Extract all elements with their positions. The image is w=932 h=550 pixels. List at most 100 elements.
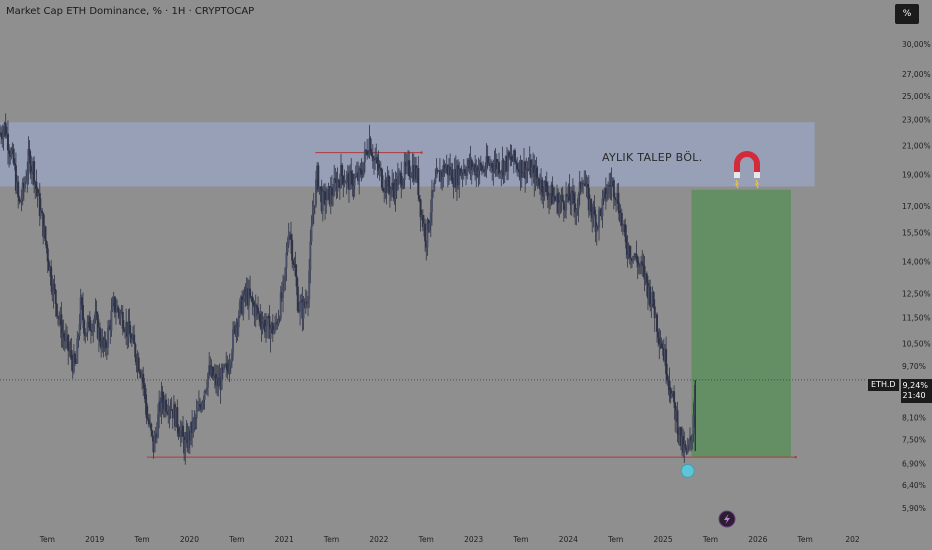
candle-body-122 [137, 357, 140, 372]
candle-body-544 [617, 192, 620, 211]
candle-body-292 [330, 187, 333, 196]
candle-body-382 [433, 182, 436, 191]
candle-body-550 [624, 224, 627, 237]
level-line-end-0 [794, 455, 797, 459]
candle-body-178 [201, 402, 204, 410]
candle-body-605 [686, 445, 689, 453]
candle-body-73 [81, 304, 84, 321]
candle-body-143 [161, 391, 164, 403]
candle-body-41 [45, 241, 48, 249]
candle-body-441 [500, 171, 503, 173]
candle-body-66 [74, 353, 77, 364]
candle-body-257 [291, 239, 294, 261]
candle-body-520 [590, 198, 593, 213]
candle-body-7 [6, 133, 9, 151]
candle-body-56 [62, 332, 65, 338]
candle-body-58 [64, 336, 67, 342]
candle-body-530 [601, 198, 604, 217]
candle-body-95 [106, 327, 109, 348]
candle-body-565 [641, 261, 644, 265]
candle-body-222 [251, 296, 254, 303]
candle-body-134 [151, 430, 154, 436]
candle-body-370 [419, 199, 422, 218]
candle-body-301 [341, 165, 344, 176]
candle-body-272 [308, 270, 311, 300]
y-tick-label-8: 14,00% [902, 257, 931, 266]
candle-body-182 [205, 387, 208, 391]
candle-body-551 [625, 236, 628, 249]
target-zone [691, 189, 791, 458]
candle-body-128 [144, 388, 147, 404]
candle-body-170 [192, 419, 195, 433]
candle-body-336 [380, 169, 383, 188]
candle-body-99 [111, 302, 114, 311]
candle-body-10 [10, 150, 13, 157]
candle-body-317 [359, 168, 362, 170]
chart-title: Market Cap ETH Dominance, % · 1H · CRYPT… [6, 6, 255, 17]
y-tick-label-0: 30,00% [902, 40, 931, 49]
candle-body-229 [259, 314, 262, 323]
candle-body-479 [543, 180, 546, 197]
candle-body-288 [326, 189, 329, 201]
x-tick-label-17: 202 [845, 535, 860, 544]
candle-body-535 [607, 184, 610, 194]
price-chart[interactable]: 30,00% 27,00% 25,00% 23,00% 21,00% 19,00% 17,0… [0, 0, 932, 550]
candle-body-423 [479, 162, 482, 166]
candle-body-13 [13, 163, 16, 166]
candle-body-130 [146, 417, 149, 420]
candle-body-12 [12, 148, 15, 164]
candle-body-588 [667, 380, 670, 381]
candle-body-250 [283, 277, 286, 282]
candle-body-433 [491, 162, 494, 168]
candle-body-477 [541, 179, 544, 193]
candle-body-578 [656, 314, 659, 332]
candle-body-249 [282, 281, 285, 298]
candle-body-23 [25, 180, 28, 183]
candle-body-261 [295, 275, 298, 287]
candle-body-70 [78, 324, 81, 336]
candle-body-320 [362, 162, 365, 176]
candle-body-474 [537, 178, 540, 186]
candle-body-354 [401, 185, 404, 188]
candle-body-48 [53, 283, 56, 291]
candle-body-593 [673, 391, 676, 403]
candle-body-119 [134, 343, 137, 358]
candle-body-536 [608, 184, 611, 186]
candle-body-69 [77, 335, 80, 339]
candle-body-68 [76, 338, 79, 364]
candle-body-17 [18, 197, 21, 202]
candle-body-534 [605, 193, 608, 200]
candle-body-235 [266, 316, 269, 327]
candle-body-311 [352, 185, 355, 190]
candle-body-251 [284, 267, 287, 278]
candle-body-398 [451, 169, 454, 184]
x-tick-label-2: Tem [133, 535, 149, 544]
candle-body-45 [50, 266, 53, 286]
candle-body-40 [44, 226, 47, 242]
candle-body-156 [176, 407, 179, 428]
candle-body-275 [311, 214, 314, 227]
candle-body-82 [92, 323, 95, 333]
candle-body-483 [548, 196, 551, 200]
candle-body-589 [668, 380, 671, 391]
candle-body-362 [410, 176, 413, 178]
candle-body-109 [122, 328, 125, 332]
candle-body-195 [220, 367, 223, 390]
candle-body-350 [396, 175, 399, 190]
candle-body-610 [692, 414, 695, 435]
y-tick-label-11: 10,50% [902, 339, 931, 348]
candle-body-527 [598, 209, 601, 228]
x-tick-label-15: 2026 [748, 535, 767, 544]
candle-body-253 [286, 244, 289, 253]
chart-stage[interactable]: 30,00% 27,00% 25,00% 23,00% 21,00% 19,00% 17,0… [0, 0, 932, 550]
percent-scale-button[interactable]: % [895, 4, 919, 24]
candle-body-316 [358, 168, 361, 181]
candle-body-582 [660, 343, 663, 349]
candle-body-214 [242, 299, 245, 315]
candle-body-586 [665, 349, 668, 375]
y-tick-label-15: 6,90% [902, 459, 926, 468]
candle-body-472 [535, 167, 538, 177]
y-tick-label-2: 25,00% [902, 92, 931, 101]
candle-body-22 [24, 182, 27, 189]
candle-body-383 [434, 177, 437, 183]
